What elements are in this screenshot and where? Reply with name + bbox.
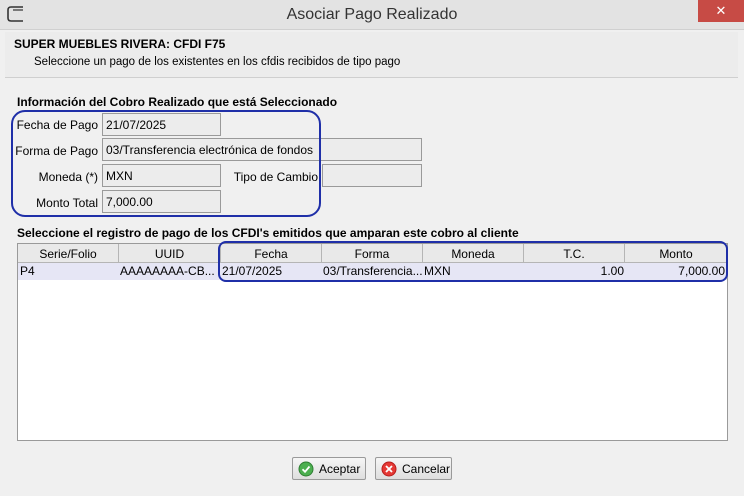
cell-serie: P4: [20, 264, 35, 278]
tipo-cambio-field[interactable]: [322, 164, 422, 187]
column-header-fecha[interactable]: Fecha: [221, 244, 322, 263]
accept-button-label: Aceptar: [319, 461, 361, 476]
cancel-circle-icon: [381, 461, 397, 476]
cell-moneda: MXN: [424, 264, 451, 278]
moneda-field[interactable]: MXN: [102, 164, 221, 187]
close-button[interactable]: ✕: [698, 0, 744, 22]
accept-button[interactable]: Aceptar: [292, 457, 366, 480]
forma-label: Forma de Pago: [15, 144, 98, 158]
check-circle-icon: [298, 461, 314, 476]
header-panel: SUPER MUEBLES RIVERA: CFDI F75 Seleccion…: [5, 32, 738, 78]
monto-field[interactable]: 7,000.00: [102, 190, 221, 213]
table-section-title: Seleccione el registro de pago de los CF…: [17, 226, 519, 240]
cell-uuid: AAAAAAAA-CB...: [120, 264, 215, 278]
cell-forma: 03/Transferencia...: [323, 264, 422, 278]
cell-fecha: 21/07/2025: [222, 264, 283, 278]
payments-table[interactable]: Serie/Folio UUID Fecha Forma Moneda T.C.…: [17, 243, 728, 441]
table-row[interactable]: P4 AAAAAAAA-CB... 21/07/2025 03/Transfer…: [18, 263, 727, 280]
info-section-title: Información del Cobro Realizado que está…: [17, 95, 338, 109]
cell-monto: 7,000.00: [678, 264, 725, 278]
column-header-serie[interactable]: Serie/Folio: [18, 244, 119, 263]
column-header-forma[interactable]: Forma: [322, 244, 423, 263]
column-header-monto[interactable]: Monto: [625, 244, 727, 263]
cancel-button-label: Cancelar: [402, 461, 451, 476]
fecha-field[interactable]: 21/07/2025: [102, 113, 221, 136]
forma-field[interactable]: 03/Transferencia electrónica de fondos: [102, 138, 422, 161]
cell-tc: 1.00: [600, 264, 624, 278]
close-icon: ✕: [715, 3, 727, 19]
header-title: SUPER MUEBLES RIVERA: CFDI F75: [14, 37, 226, 51]
monto-label: Monto Total: [36, 196, 98, 210]
table-header: Serie/Folio UUID Fecha Forma Moneda T.C.…: [18, 244, 727, 263]
title-bar: Asociar Pago Realizado ✕: [0, 0, 744, 30]
moneda-label: Moneda (*): [38, 170, 98, 184]
header-subtitle: Seleccione un pago de los existentes en …: [34, 56, 401, 68]
column-header-tc[interactable]: T.C.: [524, 244, 625, 263]
fecha-label: Fecha de Pago: [16, 118, 98, 132]
tipo-cambio-label: Tipo de Cambio: [233, 170, 318, 184]
column-header-moneda[interactable]: Moneda: [423, 244, 524, 263]
cancel-button[interactable]: Cancelar: [375, 457, 452, 480]
window-title: Asociar Pago Realizado: [286, 6, 458, 23]
column-header-uuid[interactable]: UUID: [119, 244, 221, 263]
